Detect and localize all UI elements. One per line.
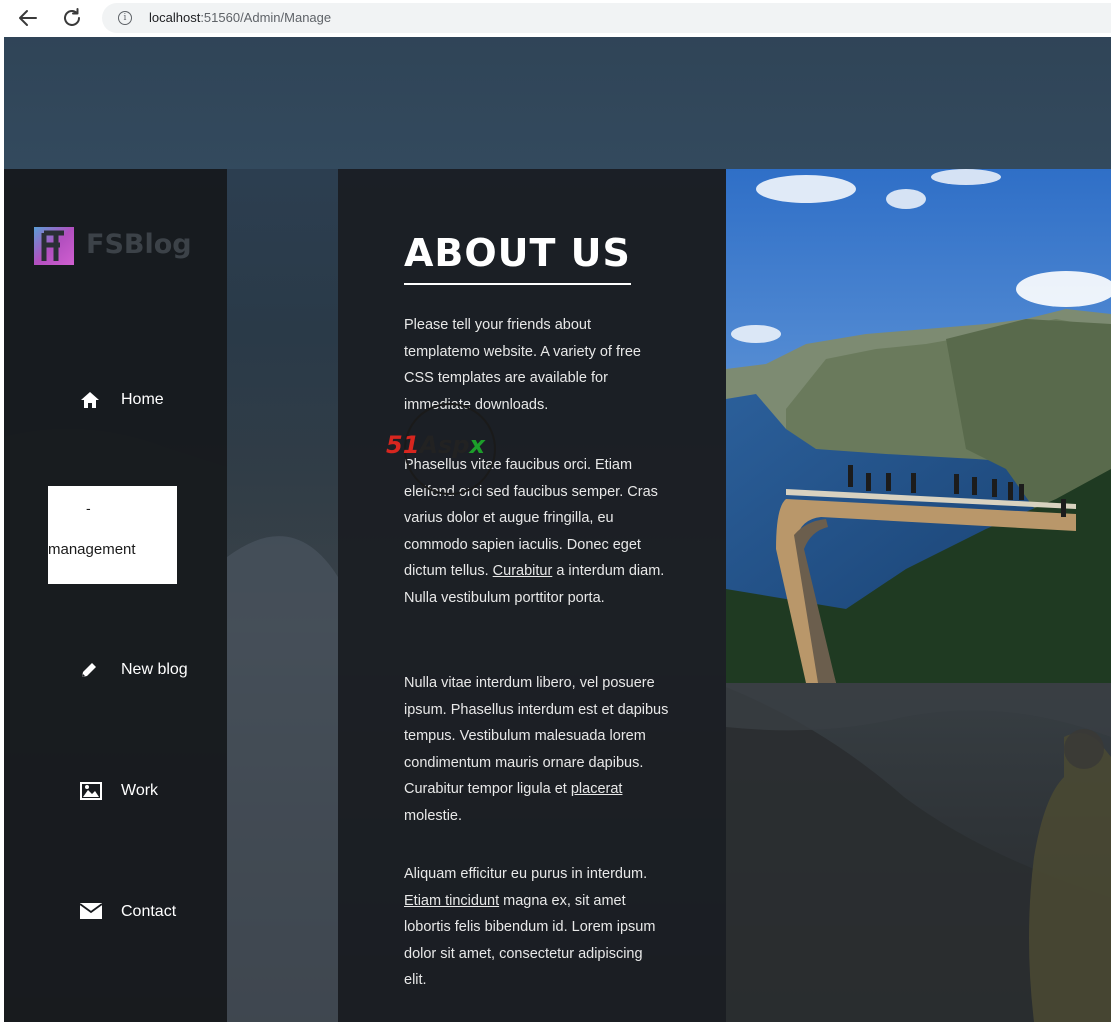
browser-toolbar: i localhost:51560/Admin/Manage — [0, 0, 1111, 36]
paragraph-text: molestie. — [404, 807, 463, 824]
url-path: :51560/Admin/Manage — [200, 10, 332, 25]
paragraph-text: Aliquam efficitur eu purus in interdum. — [404, 866, 648, 882]
etiam-tincidunt-link[interactable]: Etiam tincidunt — [404, 893, 499, 909]
url-host: localhost — [149, 10, 201, 25]
watermark-letter: x — [469, 431, 485, 459]
url-text[interactable]: localhost:51560/Admin/Manage — [149, 10, 331, 25]
placerat-link[interactable]: placerat — [571, 781, 623, 797]
site-logo[interactable]: FSBlog — [28, 221, 198, 271]
about-paragraph-3: Nulla vitae interdum libero, vel posuere… — [404, 670, 669, 829]
logo-text: FSBlog — [86, 229, 192, 260]
watermark-number: 51 — [386, 431, 420, 459]
sidebar-item-management[interactable]: - management — [48, 486, 177, 584]
page-viewport: FSBlog Home - management New blog Work C… — [4, 37, 1111, 1022]
pencil-icon — [80, 661, 102, 681]
top-banner — [4, 37, 1111, 169]
landscape-photo — [726, 169, 1111, 683]
address-bar[interactable]: i localhost:51560/Admin/Manage — [102, 3, 1111, 33]
image-icon — [80, 782, 102, 802]
watermark-logo: 51Aspx — [386, 403, 516, 495]
sidebar-item-label: Home — [121, 391, 164, 408]
home-icon — [80, 391, 102, 411]
sidebar-item-label: - — [86, 500, 91, 516]
arrow-left-icon[interactable] — [16, 6, 40, 30]
about-panel: ABOUT US Please tell your friends about … — [338, 169, 726, 1022]
curabitur-link[interactable]: Curabitur — [493, 563, 553, 579]
watermark-text: 51Aspx — [386, 431, 485, 459]
envelope-icon — [79, 903, 103, 923]
paragraph-text: Nulla vitae interdum libero, vel posuere… — [404, 675, 669, 797]
page-title: ABOUT US — [404, 231, 631, 285]
about-paragraph-4: Aliquam efficitur eu purus in interdum. … — [404, 861, 669, 994]
logo-mark-icon — [34, 227, 74, 265]
info-icon[interactable]: i — [118, 11, 132, 25]
watermark-word: Asp — [419, 431, 470, 459]
sidebar: FSBlog Home - management New blog Work C… — [4, 169, 227, 1022]
reload-icon[interactable] — [60, 6, 84, 30]
sidebar-item-sublabel: management — [48, 541, 136, 558]
sidebar-item-label: New blog — [121, 661, 188, 678]
sidebar-item-label: Work — [121, 782, 159, 799]
sidebar-item-label: Contact — [121, 903, 177, 920]
